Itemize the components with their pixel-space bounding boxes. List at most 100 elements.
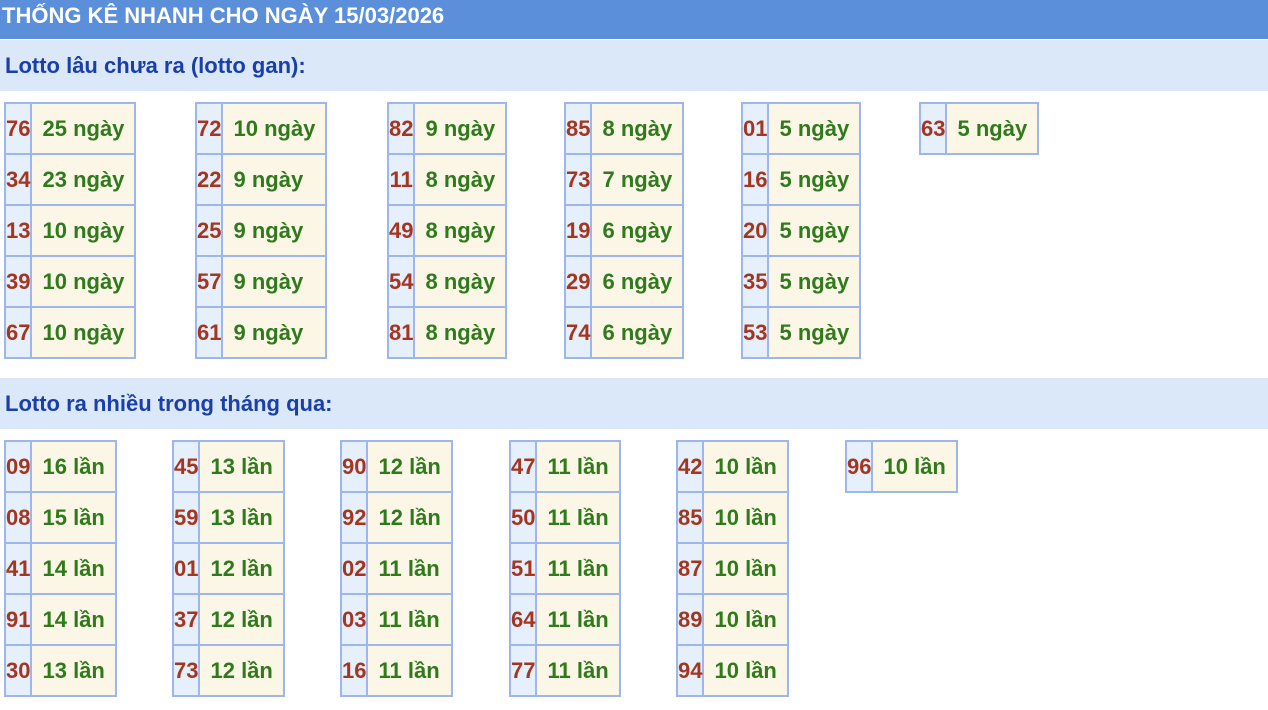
table-row: 41 14 lần bbox=[3, 542, 117, 595]
lotto-number: 01 bbox=[740, 102, 770, 155]
lotto-number: 81 bbox=[386, 306, 416, 359]
lotto-stat-value: 15 lần bbox=[30, 491, 117, 544]
stat-group: 76 25 ngày 34 23 ngày 13 10 ngày 39 10 ngày 67 10… bbox=[3, 102, 137, 359]
table-row: 13 10 ngày bbox=[3, 204, 137, 257]
lotto-stat-value: 14 lần bbox=[30, 542, 117, 595]
table-row: 73 7 ngày bbox=[563, 153, 685, 206]
table-row: 67 10 ngày bbox=[3, 306, 137, 359]
table-row: 77 11 lần bbox=[508, 644, 621, 697]
lotto-stat-value: 8 ngày bbox=[413, 306, 508, 359]
table-row: 34 23 ngày bbox=[3, 153, 137, 206]
lotto-number: 85 bbox=[675, 491, 705, 544]
lotto-number: 59 bbox=[171, 491, 201, 544]
lotto-number: 47 bbox=[508, 440, 538, 493]
lotto-stat-value: 11 lần bbox=[366, 593, 453, 646]
lotto-number: 90 bbox=[339, 440, 369, 493]
lotto-stat-value: 13 lần bbox=[198, 440, 285, 493]
lotto-stat-value: 13 lần bbox=[30, 644, 117, 697]
table-row: 19 6 ngày bbox=[563, 204, 685, 257]
table-row: 82 9 ngày bbox=[386, 102, 508, 155]
lotto-number: 57 bbox=[194, 255, 224, 308]
stat-group: 72 10 ngày 22 9 ngày 25 9 ngày 57 9 ngày 61 9 ngà… bbox=[194, 102, 328, 359]
lotto-number: 22 bbox=[194, 153, 224, 206]
lotto-stat-value: 11 lần bbox=[535, 644, 621, 697]
lotto-number: 85 bbox=[563, 102, 593, 155]
lotto-number: 92 bbox=[339, 491, 369, 544]
table-row: 92 12 lần bbox=[339, 491, 453, 544]
lotto-stat-value: 10 lần bbox=[702, 542, 789, 595]
lotto-stat-value: 10 lần bbox=[702, 644, 789, 697]
lotto-number: 02 bbox=[339, 542, 369, 595]
lotto-stat-value: 25 ngày bbox=[30, 102, 137, 155]
lotto-stat-value: 11 lần bbox=[366, 644, 453, 697]
lotto-number: 19 bbox=[563, 204, 593, 257]
frequent-section-heading: Lotto ra nhiều trong tháng qua: bbox=[0, 378, 1268, 429]
table-row: 50 11 lần bbox=[508, 491, 621, 544]
lotto-stat-value: 10 ngày bbox=[30, 306, 137, 359]
lotto-stat-value: 6 ngày bbox=[590, 204, 685, 257]
lotto-stat-value: 12 lần bbox=[198, 542, 285, 595]
lotto-stat-value: 11 lần bbox=[535, 491, 621, 544]
lotto-number: 11 bbox=[386, 153, 416, 206]
lotto-stat-value: 9 ngày bbox=[413, 102, 508, 155]
lotto-stat-value: 12 lần bbox=[366, 491, 453, 544]
stat-group: 42 10 lần 85 10 lần 87 10 lần 89 10 lần 94 10 lần bbox=[675, 440, 789, 697]
lotto-stat-value: 16 lần bbox=[30, 440, 117, 493]
lotto-number: 13 bbox=[3, 204, 33, 257]
table-row: 74 6 ngày bbox=[563, 306, 685, 359]
lotto-number: 41 bbox=[3, 542, 33, 595]
table-row: 51 11 lần bbox=[508, 542, 621, 595]
lotto-number: 61 bbox=[194, 306, 224, 359]
lotto-number: 34 bbox=[3, 153, 33, 206]
lotto-number: 74 bbox=[563, 306, 593, 359]
stat-group: 85 8 ngày 73 7 ngày 19 6 ngày 29 6 ngày 74 6 ngày bbox=[563, 102, 685, 359]
table-row: 76 25 ngày bbox=[3, 102, 137, 155]
table-row: 53 5 ngày bbox=[740, 306, 862, 359]
stat-group: 01 5 ngày 16 5 ngày 20 5 ngày 35 5 ngày 53 5 ngày bbox=[740, 102, 862, 359]
lotto-stat-value: 9 ngày bbox=[221, 153, 328, 206]
gan-section-heading: Lotto lâu chưa ra (lotto gan): bbox=[0, 40, 1268, 91]
lotto-stat-value: 12 lần bbox=[198, 593, 285, 646]
lotto-stat-value: 10 ngày bbox=[221, 102, 328, 155]
lotto-number: 73 bbox=[563, 153, 593, 206]
lotto-stat-value: 8 ngày bbox=[413, 204, 508, 257]
lotto-number: 96 bbox=[844, 440, 874, 493]
table-row: 85 10 lần bbox=[675, 491, 789, 544]
table-row: 49 8 ngày bbox=[386, 204, 508, 257]
table-row: 91 14 lần bbox=[3, 593, 117, 646]
table-row: 08 15 lần bbox=[3, 491, 117, 544]
table-row: 16 5 ngày bbox=[740, 153, 862, 206]
lotto-number: 25 bbox=[194, 204, 224, 257]
lotto-number: 03 bbox=[339, 593, 369, 646]
table-row: 57 9 ngày bbox=[194, 255, 328, 308]
lotto-stat-value: 6 ngày bbox=[590, 255, 685, 308]
lotto-number: 54 bbox=[386, 255, 416, 308]
lotto-stat-value: 11 lần bbox=[535, 440, 621, 493]
stat-group: 96 10 lần bbox=[844, 440, 958, 493]
lotto-stat-value: 12 lần bbox=[198, 644, 285, 697]
lotto-number: 91 bbox=[3, 593, 33, 646]
lotto-number: 39 bbox=[3, 255, 33, 308]
lotto-number: 42 bbox=[675, 440, 705, 493]
table-row: 01 5 ngày bbox=[740, 102, 862, 155]
lotto-number: 82 bbox=[386, 102, 416, 155]
lotto-stat-value: 5 ngày bbox=[767, 102, 862, 155]
table-row: 47 11 lần bbox=[508, 440, 621, 493]
table-row: 01 12 lần bbox=[171, 542, 285, 595]
table-row: 94 10 lần bbox=[675, 644, 789, 697]
lotto-stat-value: 8 ngày bbox=[413, 153, 508, 206]
lotto-number: 53 bbox=[740, 306, 770, 359]
lotto-number: 16 bbox=[740, 153, 770, 206]
stat-group: 45 13 lần 59 13 lần 01 12 lần 37 12 lần 73 12 lần bbox=[171, 440, 285, 697]
table-row: 16 11 lần bbox=[339, 644, 453, 697]
table-row: 90 12 lần bbox=[339, 440, 453, 493]
table-row: 35 5 ngày bbox=[740, 255, 862, 308]
lotto-stat-value: 5 ngày bbox=[767, 306, 862, 359]
table-row: 72 10 ngày bbox=[194, 102, 328, 155]
table-row: 81 8 ngày bbox=[386, 306, 508, 359]
table-row: 09 16 lần bbox=[3, 440, 117, 493]
lotto-number: 72 bbox=[194, 102, 224, 155]
lotto-stat-value: 9 ngày bbox=[221, 255, 328, 308]
table-row: 20 5 ngày bbox=[740, 204, 862, 257]
lotto-number: 37 bbox=[171, 593, 201, 646]
